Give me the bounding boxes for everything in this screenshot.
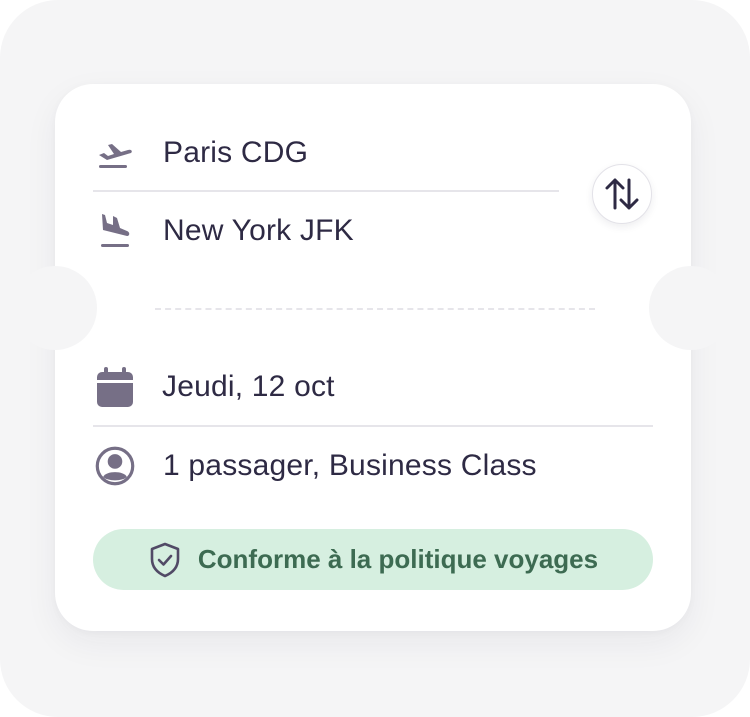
landing-icon — [95, 211, 135, 251]
policy-compliance-badge: Conforme à la politique voyages — [93, 529, 653, 590]
origin-divider — [93, 190, 559, 192]
flight-search-card: Paris CDG New York JFK Jeudi, 12 oct 1 p… — [13, 84, 733, 631]
swap-button[interactable] — [592, 164, 652, 224]
page-background: Paris CDG New York JFK Jeudi, 12 oct 1 p… — [0, 0, 750, 717]
date-field[interactable]: Jeudi, 12 oct — [162, 369, 335, 405]
user-circle-icon — [95, 446, 135, 486]
policy-label: Conforme à la politique voyages — [197, 544, 599, 574]
calendar-icon — [95, 367, 135, 408]
ticket-notch-left — [13, 266, 97, 350]
takeoff-icon — [95, 133, 135, 173]
destination-field[interactable]: New York JFK — [163, 213, 354, 249]
ticket-notch-right — [649, 266, 733, 350]
date-divider — [93, 425, 653, 427]
shield-check-icon — [148, 541, 182, 579]
ticket-perforation — [155, 308, 595, 310]
swap-vertical-icon — [605, 178, 639, 210]
passengers-field[interactable]: 1 passager, Business Class — [163, 448, 537, 484]
origin-field[interactable]: Paris CDG — [163, 135, 308, 171]
